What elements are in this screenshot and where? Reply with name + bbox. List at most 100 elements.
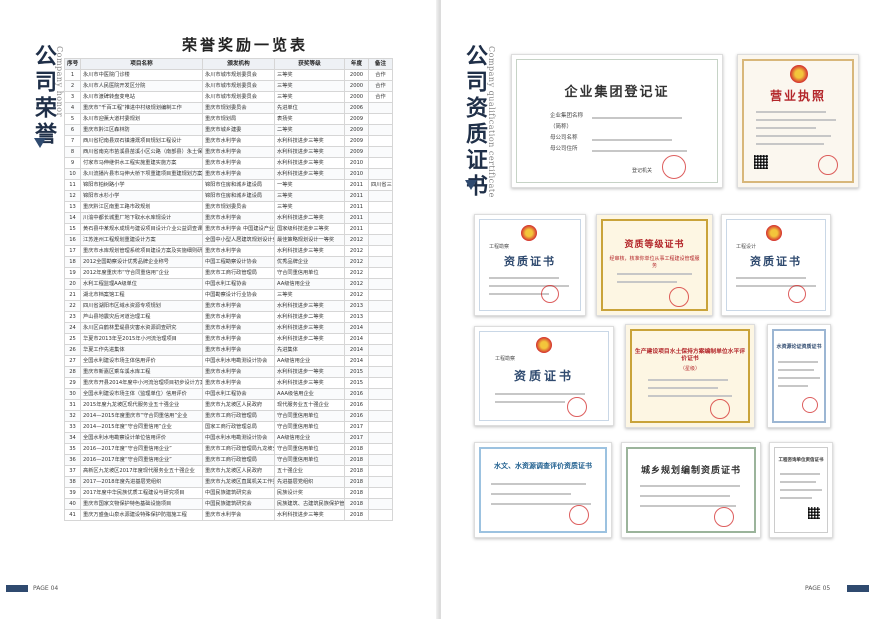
seal-stamp [788, 285, 806, 303]
table-row: 19 2012年度重庆市“守合同重信用”企业 重庆市工商行政管理局 守合同重信用单位 2… [64, 267, 393, 279]
table-cell: 水利科技进步三等奖 [274, 509, 345, 521]
table-cell [368, 113, 393, 125]
table-row: 28 重庆市新嘉区乘车溪水库工程 重庆市水利学会 水利科技进步一等奖 2015 [64, 366, 393, 378]
table-cell: 重庆市开县2014年度中小河流治理项目初步设计方案编制 [80, 377, 203, 389]
table-cell: 重庆市九龙坡区人民政府 [202, 465, 275, 477]
table-cell: 四川省三等奖 [368, 179, 393, 191]
table-cell: 先进基层党组织 [274, 476, 345, 488]
table-cell: 2013 [344, 300, 369, 312]
table-cell [368, 234, 393, 246]
table-cell: 全国水利水电勘察设计单位信用评价 [80, 432, 203, 444]
table-cell: 5 [64, 113, 81, 125]
table-cell: 水利科技进步二等奖 [274, 333, 345, 345]
table-cell: 重庆万盛鱼山泉水源建设特殊保护防措施工程 [80, 509, 203, 521]
table-cell: 永川市城市规划委员会 [202, 69, 275, 81]
cert-header: 工程设计 [736, 244, 757, 250]
table-cell: 2018 [344, 498, 369, 510]
table-cell: 表扬奖 [274, 113, 345, 125]
table-cell: 永川市城市规划委员会 [202, 80, 275, 92]
table-cell: 2016—2017年度“守合同重信用企业” [80, 443, 203, 455]
table-row: 36 2016—2017年度“守合同重信用企业” 重庆市工商行政管理局 守合同重信用单… [64, 454, 393, 466]
table-cell [368, 344, 393, 356]
table-cell [368, 256, 393, 268]
table-cell: 中国工程勘察设计协会 [202, 256, 275, 268]
table-cell [368, 157, 393, 169]
table-row: 26 华夏工作先进集体 重庆市水利学会 先进集体 2014 [64, 344, 393, 356]
table-cell: AA级信用企业 [274, 432, 345, 444]
table-title: 荣誉奖励一览表 [181, 36, 308, 54]
table-cell: 33 [64, 421, 81, 433]
table-cell: 水利科技进步三等奖 [274, 377, 345, 389]
table-cell [368, 498, 393, 510]
seal-stamp [662, 155, 686, 179]
table-cell: 守合同重信用单位 [274, 454, 345, 466]
table-cell [368, 212, 393, 224]
table-cell: 39 [64, 487, 81, 499]
table-cell: 重庆市九龙坡区人民政府 [202, 399, 275, 411]
table-cell: 水利科技进步三等奖 [274, 157, 345, 169]
table-cell [368, 168, 393, 180]
table-cell: 2011 [344, 179, 369, 191]
table-cell: 合作 [368, 69, 393, 81]
cert-title: 资质证书 [513, 369, 574, 383]
certificate-engineering-consulting: 工程咨询单位资信证书 [769, 442, 833, 538]
certificate-survey-qualification: 工程勘察 资质证书 [474, 214, 586, 316]
table-row: 29 重庆市开县2014年度中小河流治理项目初步设计方案编制 重庆市水利学会 水利科技… [64, 377, 393, 389]
table-row: 8西川省南充市苗溪县苗溪小区公路（南部县）永土保持方案报告书重庆市水利学会水利科… [64, 146, 393, 158]
table-cell: 1 [64, 69, 81, 81]
cert-title: 资质等级证书 [624, 240, 685, 250]
table-cell: 11 [64, 179, 81, 191]
table-row: 23 芦山县地震灾后河道治理工程 重庆市水利学会 水利科技进步二等奖 2013 [64, 311, 393, 323]
table-cell [368, 399, 393, 411]
table-row: 22 四川省湖阳市区域水资源专项规划 重庆市水利学会 水利科技进步三等奖 2013 [64, 300, 393, 312]
certificate-group-registration: 企业集团登记证 企业集团名称 （简称） 母公司名称 母公司住所 登记机关 [511, 54, 723, 188]
table-row: 39 2017年度中华民族优质工程建设与研究项目 中国民族建筑研究会 民族设计奖 201… [64, 487, 393, 499]
table-row: 352016—2017年度“守合同重信用企业”重庆市工商行政管理局九龙坡分局守合… [64, 443, 393, 455]
table-cell: 重庆市水利学会 [202, 157, 275, 169]
qr-code-icon [754, 155, 768, 169]
table-cell: 水利科技进步二等奖 [274, 311, 345, 323]
table-row: 25 华夏市2013年至2015年小河流治理项目 重庆市水利学会 水利科技进步二等奖 2… [64, 333, 393, 345]
right-page: 公司资质证书 Company qualification certificate… [441, 0, 879, 619]
table-cell [368, 146, 393, 158]
column-header: 颁发机构 [202, 58, 275, 70]
table-cell: 先进集体 [274, 344, 345, 356]
table-cell: 三等奖 [274, 201, 345, 213]
table-cell: 水利科技进步三等奖 [274, 168, 345, 180]
page-label-text: PAGE [805, 585, 821, 592]
table-row: 32 2014—2015年度重庆市“守合同重信用”企业 重庆市工商行政管理局 守合同重… [64, 410, 393, 422]
table-cell: 2017 [344, 432, 369, 444]
table-cell: 重庆市水利学会 中国建设产业协会 [202, 223, 275, 235]
table-cell: 国家工商行政管理总局 [202, 421, 275, 433]
column-header: 项目名称 [80, 58, 203, 70]
seal-stamp [714, 507, 734, 527]
table-row: 21 湖北市档案馆工程 中国勘察设计行业协会 三等奖 2012 [64, 289, 393, 301]
table-cell: 14 [64, 212, 81, 224]
table-row: 382017—2018年度先进基层党组织重庆市九龙坡区直属机关工作委员会先进基层… [64, 476, 393, 488]
national-emblem-icon [790, 65, 808, 83]
table-cell: 2011 [344, 212, 369, 224]
table-cell: 华夏工作先进集体 [80, 344, 203, 356]
table-cell [368, 388, 393, 400]
table-row: 1 永川市中医院门诊楼 永川市城市规划委员会 三等奖 2000 合作 [64, 69, 393, 81]
table-cell: 合作 [368, 80, 393, 92]
table-row: 4 重庆市“千百工程”推进中村级规划编制工作 重庆市规划委员会 先进单位 2006 [64, 102, 393, 114]
table-cell: 41 [64, 509, 81, 521]
table-cell: 中国水利水电勘测设计协会 [202, 432, 275, 444]
table-cell: 高新区九龙坡区2017年度现代服务业五十强企业 [80, 465, 203, 477]
table-cell: 2012年度重庆市“守合同重信用”企业 [80, 267, 203, 279]
side-subtitle-qualification: Company qualification certificate [487, 46, 496, 198]
table-cell: 黄石县中某规水成规与建设项目设计介业公益调查课题 [80, 223, 203, 235]
qr-code-icon [808, 507, 820, 519]
table-cell: 重庆市工商行政管理局 [202, 267, 275, 279]
cert-body: 经审核，核准你单位从事工程建设管理服务 [609, 256, 700, 269]
table-cell [368, 366, 393, 378]
cert-title: 企业集团登记证 [564, 85, 670, 100]
column-header: 序号 [64, 58, 81, 70]
page-tag [6, 585, 28, 592]
table-cell: 先进单位 [274, 102, 345, 114]
table-cell: 19 [64, 267, 81, 279]
table-cell: 锦阳市水杉小学 [80, 190, 203, 202]
certificate-survey-qualification-2: 工程勘察 资质证书 [474, 326, 614, 426]
table-cell [368, 432, 393, 444]
